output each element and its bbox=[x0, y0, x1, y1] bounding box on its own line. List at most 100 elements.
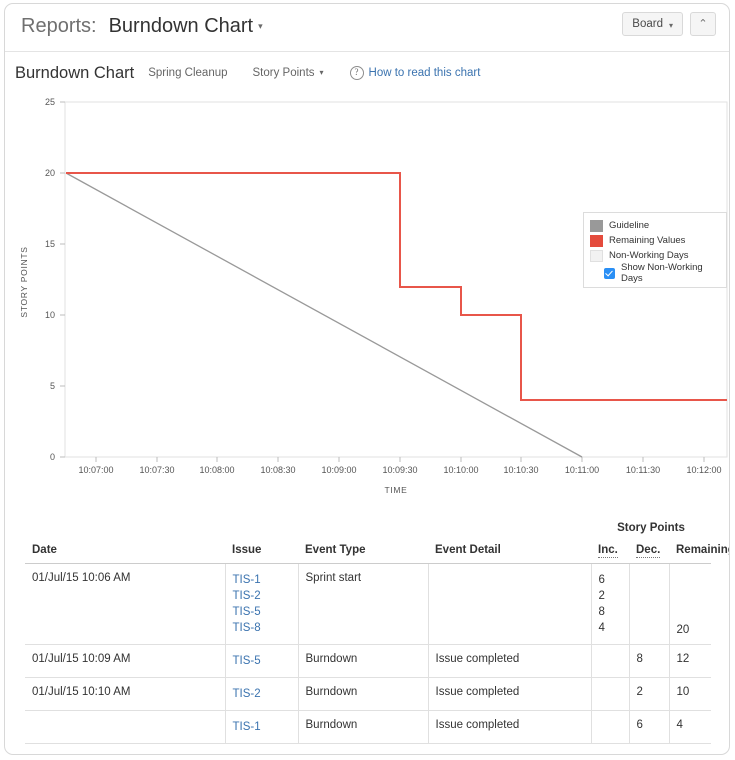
cell-inc bbox=[591, 710, 630, 744]
cell-inc: 6 2 8 4 bbox=[591, 563, 630, 645]
table-row: TIS-1 Burndown Issue completed 6 4 bbox=[25, 710, 712, 744]
x-tick: 10:10:00 bbox=[443, 465, 478, 475]
y-tick-5: 5 bbox=[50, 381, 55, 391]
cell-event-detail: Issue completed bbox=[428, 710, 592, 744]
issue-link[interactable]: TIS-1 bbox=[233, 719, 291, 735]
burndown-chart: 25 20 15 10 5 0 STORY POINTS 10:07:00 10… bbox=[5, 94, 729, 514]
cell-inc bbox=[591, 644, 630, 678]
sprint-name: Spring Cleanup bbox=[148, 67, 228, 79]
table-row: 01/Jul/15 10:06 AM TIS-1 TIS-2 TIS-5 TIS… bbox=[25, 563, 712, 645]
x-tick: 10:07:30 bbox=[139, 465, 174, 475]
chart-subheader: Burndown Chart Spring Cleanup Story Poin… bbox=[5, 52, 729, 94]
cell-event-type: Burndown bbox=[298, 677, 429, 711]
table-row: 01/Jul/15 10:09 AM TIS-5 Burndown Issue … bbox=[25, 644, 712, 678]
cell-date bbox=[25, 710, 226, 744]
y-axis: 25 20 15 10 5 0 STORY POINTS bbox=[19, 97, 65, 462]
table-row: 01/Jul/15 10:10 AM TIS-2 Burndown Issue … bbox=[25, 677, 712, 711]
spacer-cell bbox=[298, 520, 428, 536]
x-tick: 10:10:30 bbox=[503, 465, 538, 475]
unit-selector[interactable]: Story Points ▾ bbox=[253, 67, 324, 79]
table-group-header-row: Story Points bbox=[25, 520, 711, 536]
cell-event-detail: Issue completed bbox=[428, 677, 592, 711]
chart-canvas: 25 20 15 10 5 0 STORY POINTS 10:07:00 10… bbox=[19, 97, 728, 495]
inc-value: 2 bbox=[598, 590, 605, 602]
y-tick-20: 20 bbox=[45, 168, 55, 178]
issue-link[interactable]: TIS-2 bbox=[233, 588, 291, 604]
column-header-inc[interactable]: Inc. bbox=[591, 536, 629, 564]
column-header-event-detail[interactable]: Event Detail bbox=[428, 536, 591, 564]
collapse-button[interactable]: ⌃ bbox=[690, 12, 716, 36]
x-tick: 10:11:30 bbox=[626, 465, 660, 475]
sprint-events-table: Story Points Date Issue Event Type Event… bbox=[25, 520, 729, 744]
column-header-dec[interactable]: Dec. bbox=[629, 536, 669, 564]
x-axis: 10:07:00 10:07:30 10:08:00 10:08:30 10:0… bbox=[78, 457, 722, 495]
chevron-down-icon: ▾ bbox=[668, 20, 673, 30]
chevron-down-icon: ▾ bbox=[319, 68, 324, 77]
question-mark-icon: ? bbox=[349, 66, 364, 80]
y-tick-15: 15 bbox=[45, 239, 55, 249]
issue-link[interactable]: TIS-5 bbox=[233, 653, 291, 669]
sprint-events-table-region: Story Points Date Issue Event Type Event… bbox=[25, 514, 729, 744]
legend-label: Non-Working Days bbox=[609, 250, 689, 261]
y-tick-10: 10 bbox=[45, 310, 55, 320]
spacer-cell bbox=[25, 520, 225, 536]
issue-link[interactable]: TIS-2 bbox=[233, 686, 291, 702]
show-non-working-days-label: Show Non-Working Days bbox=[621, 262, 703, 284]
y-axis-title: STORY POINTS bbox=[19, 246, 29, 317]
x-tick: 10:11:00 bbox=[565, 465, 599, 475]
how-to-read-link[interactable]: ? How to read this chart bbox=[349, 66, 480, 80]
x-tick: 10:09:00 bbox=[321, 465, 356, 475]
remaining-values-swatch-icon bbox=[590, 234, 603, 247]
show-non-working-days-checkbox[interactable] bbox=[604, 267, 615, 279]
story-points-group-header: Story Points bbox=[617, 522, 685, 534]
cell-date: 01/Jul/15 10:10 AM bbox=[25, 677, 226, 711]
column-header-event-type[interactable]: Event Type bbox=[298, 536, 428, 564]
board-button[interactable]: Board ▾ bbox=[622, 12, 683, 36]
issue-link[interactable]: TIS-1 bbox=[233, 572, 291, 588]
chevron-down-icon[interactable]: ▾ bbox=[258, 21, 263, 32]
cell-event-type: Sprint start bbox=[298, 563, 429, 645]
issue-link[interactable]: TIS-5 bbox=[233, 604, 291, 620]
chart-title: Burndown Chart bbox=[15, 63, 135, 82]
table-head: Story Points Date Issue Event Type Event… bbox=[25, 520, 729, 564]
cell-dec: 2 bbox=[629, 677, 670, 711]
issue-link[interactable]: TIS-8 bbox=[233, 620, 291, 636]
x-tick: 10:12:00 bbox=[686, 465, 721, 475]
x-axis-title: TIME bbox=[384, 485, 407, 495]
show-non-working-days-row[interactable]: Show Non-Working Days bbox=[604, 262, 720, 284]
cell-dec: 6 bbox=[629, 710, 670, 744]
cell-remaining: 20 bbox=[669, 563, 712, 645]
cell-event-type: Burndown bbox=[298, 644, 429, 678]
inc-value: 4 bbox=[598, 622, 605, 634]
cell-date: 01/Jul/15 10:09 AM bbox=[25, 644, 226, 678]
cell-remaining: 10 bbox=[669, 677, 712, 711]
cell-dec bbox=[629, 563, 670, 645]
legend-item-guideline: Guideline bbox=[590, 218, 720, 233]
chevron-up-icon: ⌃ bbox=[698, 17, 708, 30]
y-tick-0: 0 bbox=[50, 452, 55, 462]
breadcrumb: Reports: Burndown Chart ▾ bbox=[21, 15, 263, 38]
reports-label: Reports: bbox=[21, 15, 97, 37]
inc-value: 6 bbox=[598, 574, 605, 586]
cell-dec: 8 bbox=[629, 644, 670, 678]
board-button-label: Board bbox=[632, 18, 663, 30]
column-header-dec-label: Dec. bbox=[636, 544, 661, 558]
table-body: 01/Jul/15 10:06 AM TIS-1 TIS-2 TIS-5 TIS… bbox=[25, 563, 712, 744]
column-header-inc-label: Inc. bbox=[598, 544, 618, 558]
cell-date: 01/Jul/15 10:06 AM bbox=[25, 563, 226, 645]
x-tick: 10:09:30 bbox=[382, 465, 417, 475]
guideline-swatch-icon bbox=[590, 219, 603, 232]
column-header-remaining[interactable]: Remaining bbox=[669, 536, 729, 564]
x-tick: 10:08:30 bbox=[260, 465, 295, 475]
report-card: Reports: Burndown Chart ▾ Board ▾ ⌃ Burn… bbox=[4, 3, 730, 755]
legend-label: Guideline bbox=[609, 220, 650, 231]
cell-issue: TIS-1 bbox=[225, 710, 299, 744]
header-actions: Board ▾ ⌃ bbox=[622, 12, 716, 36]
column-header-issue[interactable]: Issue bbox=[225, 536, 298, 564]
column-header-date[interactable]: Date bbox=[25, 536, 225, 564]
cell-issue: TIS-2 bbox=[225, 677, 299, 711]
x-tick: 10:07:00 bbox=[78, 465, 113, 475]
report-header: Reports: Burndown Chart ▾ Board ▾ ⌃ bbox=[5, 4, 729, 52]
inc-value: 8 bbox=[598, 606, 605, 618]
y-tick-25: 25 bbox=[45, 97, 55, 107]
